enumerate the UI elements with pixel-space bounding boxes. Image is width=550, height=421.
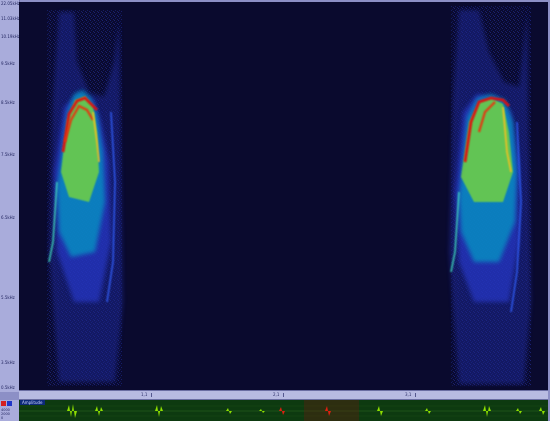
- freq-label: 9.5kHz: [1, 61, 15, 66]
- ruler-label: 3,1: [405, 392, 412, 397]
- spectrogram-view[interactable]: [19, 2, 548, 390]
- freq-label: 6.5kHz: [1, 215, 15, 220]
- freq-label: 8.5kHz: [1, 100, 15, 105]
- spectrogram-graphic: [19, 2, 548, 390]
- audio-editor-window: 22.05kHz 11.03kHz 10.19kHz 9.5kHz 8.5kHz…: [0, 0, 550, 421]
- amplitude-panel: 4000 2000 0: [0, 400, 19, 421]
- amp-value: 0: [1, 416, 4, 420]
- red-channel-icon[interactable]: [1, 401, 6, 406]
- waveform-view[interactable]: Amplitude: [19, 400, 548, 421]
- amplitude-scale: 4000 2000 0: [1, 408, 10, 420]
- blue-channel-icon[interactable]: [7, 401, 12, 406]
- freq-label: 7.5kHz: [1, 152, 15, 157]
- freq-label: 5.5kHz: [1, 295, 15, 300]
- ruler-tick: [151, 393, 152, 397]
- channel-swatches: [1, 401, 12, 406]
- ruler-label: 2,1: [273, 392, 280, 397]
- ruler-tick: [283, 393, 284, 397]
- frequency-axis: 22.05kHz 11.03kHz 10.19kHz 9.5kHz 8.5kHz…: [0, 0, 20, 392]
- time-ruler[interactable]: 1,1 2,1 3,1: [19, 390, 548, 400]
- freq-label: 11.03kHz: [1, 16, 20, 21]
- freq-label: 0.5kHz: [1, 385, 15, 390]
- call-left: [47, 10, 123, 386]
- ruler-tick: [415, 393, 416, 397]
- call-right: [449, 6, 531, 386]
- freq-label: 22.05kHz: [1, 1, 20, 6]
- freq-label: 3.5kHz: [1, 360, 15, 365]
- waveform-graphic: [19, 400, 548, 421]
- waveform-label: Amplitude: [20, 400, 45, 405]
- ruler-label: 1,1: [141, 392, 148, 397]
- freq-label: 10.19kHz: [1, 34, 20, 39]
